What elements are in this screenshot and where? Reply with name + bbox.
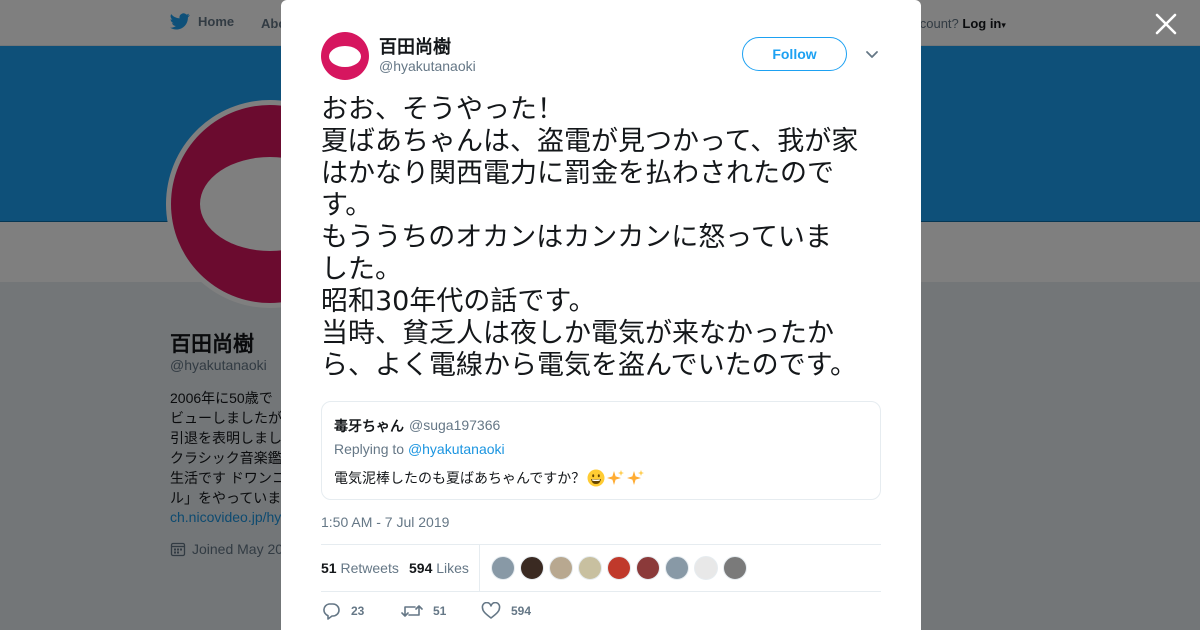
liker-avatar[interactable] <box>578 556 602 580</box>
liker-avatar[interactable] <box>607 556 631 580</box>
liker-avatar[interactable] <box>723 556 747 580</box>
quoted-author-handle: @suga197366 <box>409 417 501 433</box>
tweet-line: した。 <box>321 254 402 285</box>
tweet-modal: 百田尚樹 @hyakutanaoki Follow おお、そうやった！ 夏ばあち… <box>281 0 921 630</box>
author-avatar[interactable] <box>321 32 369 80</box>
tweet-text: おお、そうやった！ 夏ばあちゃんは、盗電が見つかって、我が家 はかなり関西電力に… <box>321 94 885 382</box>
tweet-line: 当時、貧乏人は夜しか電気が来なかったか <box>321 318 834 349</box>
stats-divider <box>479 545 480 591</box>
retweet-icon <box>401 605 423 617</box>
liker-avatar[interactable] <box>694 556 718 580</box>
quoted-tweet[interactable]: 毒牙ちゃん @suga197366 Replying to @hyakutana… <box>321 401 881 500</box>
likers-avatars <box>491 556 747 580</box>
tweet-line: ら、よく電線から電気を盗んでいたのです。 <box>321 350 857 381</box>
author-handle[interactable]: @hyakutanaoki <box>379 58 476 74</box>
replying-to-handle[interactable]: @hyakutanaoki <box>408 441 505 457</box>
like-button[interactable]: 594 <box>481 602 531 620</box>
grinning-face-icon <box>587 469 605 487</box>
retweet-count: 51 <box>433 604 447 618</box>
tweet-line: す。 <box>321 190 373 221</box>
likes-count: 594 <box>409 560 433 576</box>
tweet-line: おお、そうやった！ <box>321 94 564 125</box>
liker-avatar[interactable] <box>549 556 573 580</box>
retweet-button[interactable]: 51 <box>401 602 446 620</box>
follow-button[interactable]: Follow <box>742 37 847 71</box>
heart-icon <box>481 602 501 619</box>
replying-to-prefix: Replying to <box>334 441 405 457</box>
chevron-down-icon[interactable] <box>863 45 881 63</box>
liker-avatar[interactable] <box>520 556 544 580</box>
liker-avatar[interactable] <box>665 556 689 580</box>
tweet-line: 昭和30年代の話です。 <box>321 286 596 317</box>
retweets-label: Retweets <box>340 560 399 576</box>
like-count: 594 <box>511 604 532 618</box>
tweet-timestamp[interactable]: 1:50 AM - 7 Jul 2019 <box>321 514 449 530</box>
likes-label: Likes <box>436 560 469 576</box>
tweet-line: 夏ばあちゃんは、盗電が見つかって、我が家 <box>321 126 859 157</box>
retweets-count: 51 <box>321 560 337 576</box>
reply-button[interactable]: 23 <box>321 602 364 620</box>
tweet-line: もううちのオカンはカンカンに怒っていま <box>321 222 832 253</box>
quoted-text: 電気泥棒したのも夏ばあちゃんですか？ <box>334 468 645 488</box>
quoted-author-name: 毒牙ちゃん <box>334 418 404 434</box>
close-icon[interactable] <box>1153 11 1179 37</box>
retweets-stat[interactable]: 51 Retweets <box>321 560 399 576</box>
tweet-line: はかなり関西電力に罰金を払わされたので <box>321 158 834 189</box>
quoted-text-body: 電気泥棒したのも夏ばあちゃんですか？ <box>334 470 586 486</box>
tweet-stats: 51 Retweets 594 Likes <box>321 544 881 592</box>
author-name[interactable]: 百田尚樹 <box>379 33 451 59</box>
replying-to: Replying to @hyakutanaoki <box>334 441 505 457</box>
liker-avatar[interactable] <box>491 556 515 580</box>
likes-stat[interactable]: 594 Likes <box>409 560 469 576</box>
reply-count: 23 <box>351 604 365 618</box>
sparkles-icon <box>607 470 625 485</box>
reply-icon <box>323 603 340 620</box>
liker-avatar[interactable] <box>636 556 660 580</box>
sparkles-icon <box>627 470 645 485</box>
